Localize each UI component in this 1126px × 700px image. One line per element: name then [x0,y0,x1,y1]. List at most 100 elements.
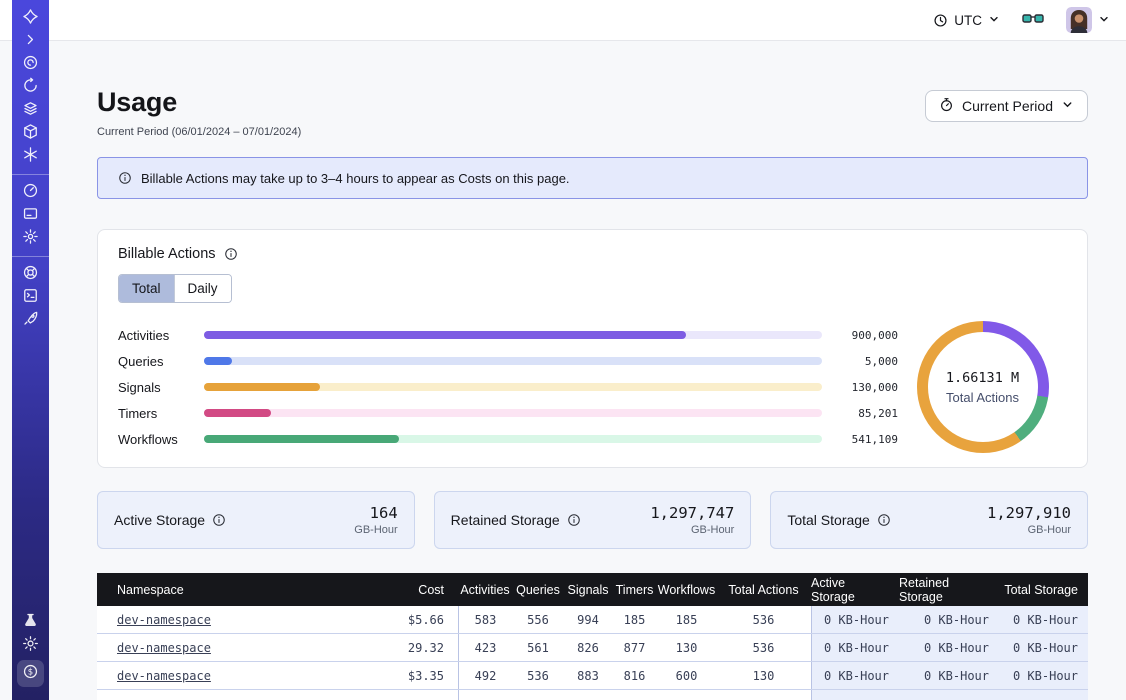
sidebar-divider [12,174,49,175]
cell-value: 826 [577,641,599,655]
info-icon[interactable] [877,513,891,527]
cell-value: 0 KB-Hour [824,641,889,655]
bar-track [204,435,822,443]
cell-activities: 583 [458,606,512,633]
storage-card-active-storage: Active Storage164GB-Hour [97,491,415,549]
header-cell-activities: Activities [458,573,512,606]
header-cell-label: Total Actions [728,583,798,597]
terminal-window-icon [22,287,39,309]
cell-signals: 826 [564,634,612,661]
namespace-link[interactable]: dev-namespace [117,641,211,655]
feedback-glasses-button[interactable] [1022,11,1044,29]
info-banner: Billable Actions may take up to 3–4 hour… [97,157,1088,199]
sidebar-item-asterisk[interactable] [12,145,49,168]
gauge-icon [22,182,39,204]
period-button-label: Current Period [962,98,1053,114]
sidebar-item-layers[interactable] [12,99,49,122]
sidebar-divider [12,256,49,257]
sidebar-item-terminal-window[interactable] [12,286,49,309]
sidebar-item-lifebuoy[interactable] [12,263,49,286]
storage-label-text: Total Storage [787,512,870,528]
cell-retained-storage: 0 KB-Hour [899,634,999,661]
storage-card-value-block: 1,297,747GB-Hour [650,504,734,536]
sidebar-item-cube[interactable] [12,122,49,145]
cell-active-storage: 0 KB-Hour [811,634,899,661]
cell-value: 0 KB-Hour [824,669,889,683]
tab-total[interactable]: Total [119,275,174,302]
bar-label: Signals [118,380,190,395]
cell-value: 536 [753,641,775,655]
chevron-down-icon [1098,13,1110,28]
sidebar-item-gauge[interactable] [12,181,49,204]
cell-total-actions: 130 [716,662,811,689]
sidebar-item-chevron-right[interactable] [12,30,49,53]
sidebar-item-retry-clock[interactable] [12,76,49,99]
bar-value: 541,109 [836,433,898,446]
cell-workflows [657,690,716,700]
storage-card-label: Active Storage [114,512,226,528]
sidebar-item-flask[interactable] [12,611,49,634]
storage-value: 1,297,910 [987,504,1071,522]
cell-cost [361,690,458,700]
layers-icon [22,100,39,122]
info-icon[interactable] [567,513,581,527]
info-icon [118,171,132,185]
header-cell-label: Workflows [658,583,715,597]
user-menu[interactable] [1066,7,1110,33]
period-button[interactable]: Current Period [925,90,1088,122]
bar-track [204,409,822,417]
header-cell-label: Activities [460,583,509,597]
header-cell-active-storage: Active Storage [811,573,899,606]
main-content: Usage Current Period (06/01/2024 – 07/01… [97,41,1088,700]
cell-queries [512,690,564,700]
sidebar-group [12,263,49,332]
storage-card-retained-storage: Retained Storage1,297,747GB-Hour [434,491,752,549]
cell-value: 0 KB-Hour [824,613,889,627]
chart-view-tabs: TotalDaily [118,274,232,303]
sidebar-item-rocket[interactable] [12,309,49,332]
donut-center: 1.66131 M Total Actions [928,332,1038,442]
timezone-selector[interactable]: UTC [933,13,1000,28]
browser-card-icon [22,205,39,227]
chevron-down-icon [988,13,1000,28]
sidebar-item-browser-card[interactable] [12,204,49,227]
active-highlight: $ [17,660,44,687]
glasses-icon [1022,11,1044,29]
sidebar-item-temporal-logo[interactable] [12,7,49,30]
donut-total-value: 1.66131 M [946,370,1019,386]
tab-daily[interactable]: Daily [174,275,231,302]
bar-value: 900,000 [836,329,898,342]
namespace-link[interactable]: dev-namespace [117,669,211,683]
cell-value: 0 KB-Hour [924,669,989,683]
cell-timers: 185 [612,606,657,633]
namespace-link[interactable]: dev-namespace [117,613,211,627]
cell-value: 561 [527,641,549,655]
cell-value: 0 KB-Hour [1013,613,1078,627]
bar-track [204,331,822,339]
cell-cost: $5.66 [361,606,458,633]
sidebar-item-eye-swirl[interactable] [12,53,49,76]
header-cell-label: Queries [516,583,560,597]
cell-value: 185 [676,613,698,627]
sidebar-group [12,7,49,168]
donut-total-label: Total Actions [946,390,1019,405]
cell-value: $5.66 [408,613,444,627]
sidebar-item-sun[interactable] [12,634,49,657]
cell-workflows: 185 [657,606,716,633]
header-cell-label: Active Storage [811,576,889,604]
sidebar-item-gear[interactable] [12,227,49,250]
bar-fill [204,331,686,339]
bar-row-workflows: Workflows541,109 [118,426,898,452]
cell-value: 883 [577,669,599,683]
cell-namespace: dev-namespace [97,662,361,689]
cell-retained-storage [899,690,999,700]
sidebar-item-dollar-coin[interactable]: $ [12,657,49,690]
bar-fill [204,409,271,417]
header-cell-namespace: Namespace [97,573,361,606]
cell-queries: 536 [512,662,564,689]
storage-summary-row: Active Storage164GB-Hour Retained Storage… [97,491,1088,549]
cell-activities [458,690,512,700]
info-icon[interactable] [212,513,226,527]
storage-value: 1,297,747 [650,504,734,522]
info-icon[interactable] [224,247,238,261]
